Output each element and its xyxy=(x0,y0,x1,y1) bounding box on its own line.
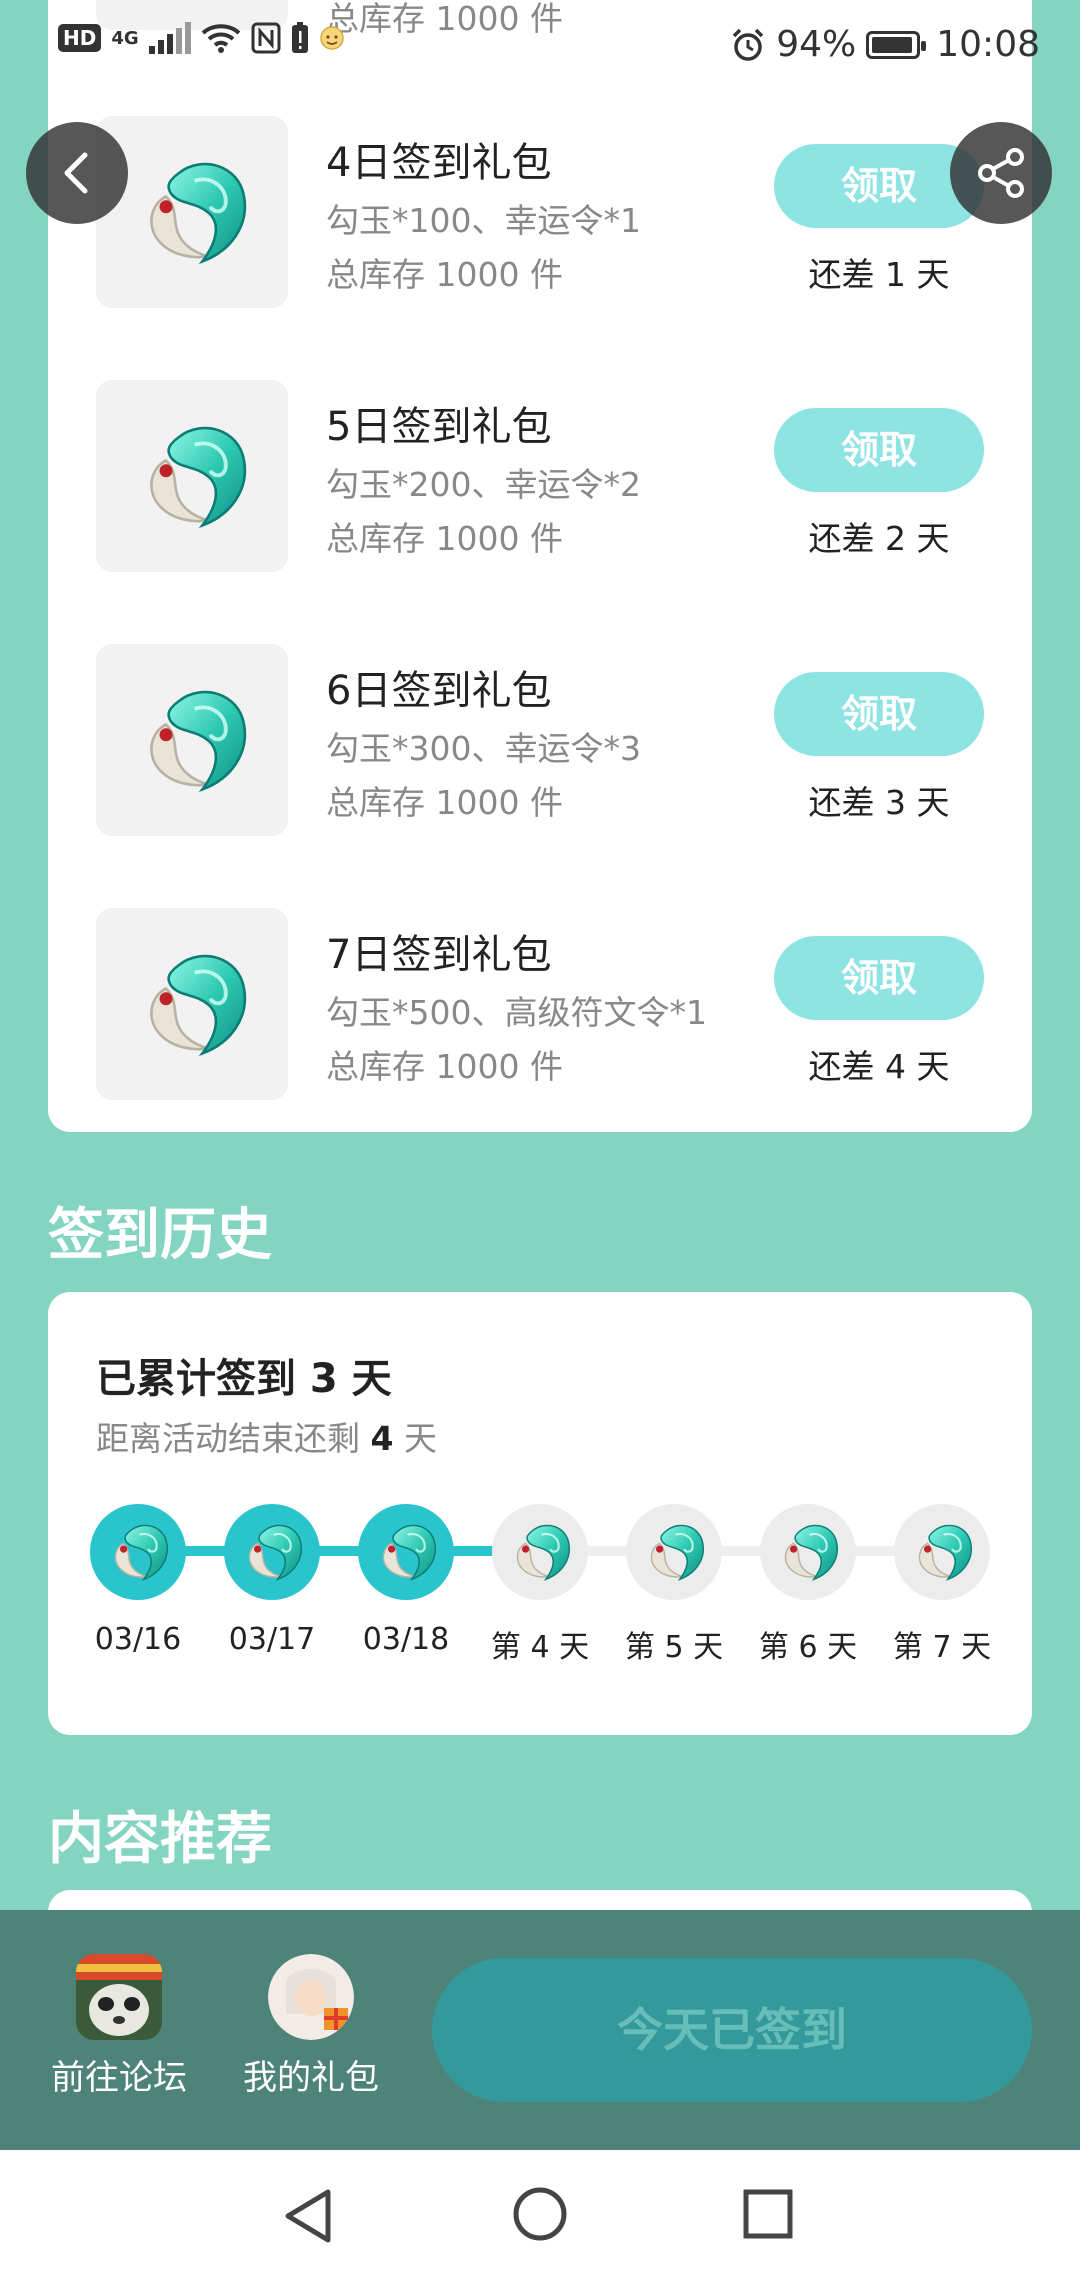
recommend-section-title: 内容推荐 xyxy=(48,1807,272,1872)
reward-title: 7日签到礼包 xyxy=(326,932,552,978)
claim-button[interactable]: 领取 xyxy=(774,672,984,756)
reward-items: 勾玉*200、幸运令*2 xyxy=(326,465,641,504)
share-button[interactable] xyxy=(950,122,1052,224)
nfc-icon xyxy=(251,22,281,54)
day-dot-6 xyxy=(760,1504,856,1600)
remaining-days-count: 4 xyxy=(370,1419,394,1458)
reward-row: 7日签到礼包 勾玉*500、高级符文令*1 总库存 1000 件 领取 还差 4… xyxy=(96,908,1016,1100)
nav-home-icon[interactable] xyxy=(512,2186,568,2242)
magatama-icon xyxy=(102,1516,174,1588)
reward-stock: 总库存 1000 件 xyxy=(326,1047,563,1086)
day-label: 第 5 天 xyxy=(624,1630,724,1665)
system-nav-bar xyxy=(0,2150,1080,2280)
alarm-icon xyxy=(732,28,764,61)
day-label: 03/18 xyxy=(362,1622,450,1657)
magatama-icon xyxy=(127,411,257,541)
day-label: 03/17 xyxy=(228,1622,316,1657)
magatama-icon xyxy=(370,1516,442,1588)
emoji-notification-icon xyxy=(319,26,344,50)
magatama-icon xyxy=(127,675,257,805)
total-checkin-days: 已累计签到 3 天 xyxy=(96,1356,392,1402)
reward-items: 勾玉*300、幸运令*3 xyxy=(326,729,641,768)
signal-icon xyxy=(148,22,191,54)
back-button[interactable] xyxy=(26,122,128,224)
nav-back-icon[interactable] xyxy=(280,2186,336,2246)
status-right: 94% 10:08 xyxy=(730,24,1040,65)
share-icon xyxy=(978,148,1024,198)
day-dot-1 xyxy=(90,1504,186,1600)
status-bar: HD 4G 94% 10:08 xyxy=(0,0,1080,95)
activity-remaining: 距离活动结束还剩 4 天 xyxy=(96,1412,437,1460)
claim-button[interactable]: 领取 xyxy=(774,936,984,1020)
days-remaining: 还差 2 天 xyxy=(808,519,950,558)
wifi-icon xyxy=(201,24,240,53)
reward-stock: 总库存 1000 件 xyxy=(326,519,563,558)
forum-link[interactable]: 前往论坛 xyxy=(44,1954,194,2099)
reward-stock: 总库存 1000 件 xyxy=(326,255,563,294)
day-label: 第 6 天 xyxy=(758,1630,858,1665)
magatama-icon xyxy=(638,1516,710,1588)
day-dot-7 xyxy=(894,1504,990,1600)
forum-game-icon xyxy=(76,1954,162,2040)
magatama-icon xyxy=(772,1516,844,1588)
history-card: 已累计签到 3 天 距离活动结束还剩 4 天 03/16 03/17 03/18… xyxy=(48,1292,1032,1735)
reward-thumbnail xyxy=(96,380,288,572)
day-dot-5 xyxy=(626,1504,722,1600)
nav-recents-icon[interactable] xyxy=(742,2188,794,2240)
remaining-suffix: 天 xyxy=(393,1419,437,1458)
clock: 10:08 xyxy=(936,24,1040,65)
reward-thumbnail xyxy=(96,116,288,308)
day-dot-3 xyxy=(358,1504,454,1600)
battery-percent: 94% xyxy=(776,24,857,65)
chevron-left-icon xyxy=(64,152,88,194)
signed-today-button[interactable]: 今天已签到 xyxy=(432,1958,1032,2102)
claim-button[interactable]: 领取 xyxy=(774,408,984,492)
reward-items: 勾玉*100、幸运令*1 xyxy=(326,201,641,240)
reward-title: 6日签到礼包 xyxy=(326,668,552,714)
reward-items: 勾玉*500、高级符文令*1 xyxy=(326,993,707,1032)
magatama-icon xyxy=(236,1516,308,1588)
day-label: 03/16 xyxy=(94,1622,182,1657)
reward-thumbnail xyxy=(96,644,288,836)
magatama-icon xyxy=(504,1516,576,1588)
day-label: 第 7 天 xyxy=(892,1630,992,1665)
reward-row: 5日签到礼包 勾玉*200、幸运令*2 总库存 1000 件 领取 还差 2 天 xyxy=(96,380,1016,572)
magatama-icon xyxy=(127,939,257,1069)
magatama-icon xyxy=(127,147,257,277)
reward-title: 5日签到礼包 xyxy=(326,404,552,450)
battery-alert-icon xyxy=(291,22,308,53)
day-label: 第 4 天 xyxy=(490,1630,590,1665)
reward-thumbnail xyxy=(96,908,288,1100)
network-type: 4G xyxy=(111,27,139,49)
day-dot-4 xyxy=(492,1504,588,1600)
battery-icon xyxy=(866,30,927,59)
status-left: HD 4G xyxy=(58,22,345,54)
reward-row: 4日签到礼包 勾玉*100、幸运令*1 总库存 1000 件 领取 还差 1 天 xyxy=(96,116,1016,308)
history-section-title: 签到历史 xyxy=(48,1203,272,1268)
hd-badge: HD xyxy=(58,24,102,52)
days-remaining: 还差 1 天 xyxy=(808,255,950,294)
day-dot-2 xyxy=(224,1504,320,1600)
days-remaining: 还差 4 天 xyxy=(808,1047,950,1086)
reward-row: 6日签到礼包 勾玉*300、幸运令*3 总库存 1000 件 领取 还差 3 天 xyxy=(96,644,1016,836)
forum-label: 前往论坛 xyxy=(51,2058,187,2098)
my-gifts-link[interactable]: 我的礼包 xyxy=(236,1954,386,2099)
days-remaining: 还差 3 天 xyxy=(808,783,950,822)
bottom-action-bar: 前往论坛 我的礼包 今天已签到 xyxy=(0,1910,1080,2150)
gift-avatar-icon xyxy=(268,1954,354,2040)
progress-fill xyxy=(144,1546,522,1556)
my-gifts-label: 我的礼包 xyxy=(243,2058,379,2098)
reward-stock: 总库存 1000 件 xyxy=(326,783,563,822)
magatama-icon xyxy=(906,1516,978,1588)
reward-title: 4日签到礼包 xyxy=(326,140,552,186)
remaining-prefix: 距离活动结束还剩 xyxy=(96,1419,371,1458)
